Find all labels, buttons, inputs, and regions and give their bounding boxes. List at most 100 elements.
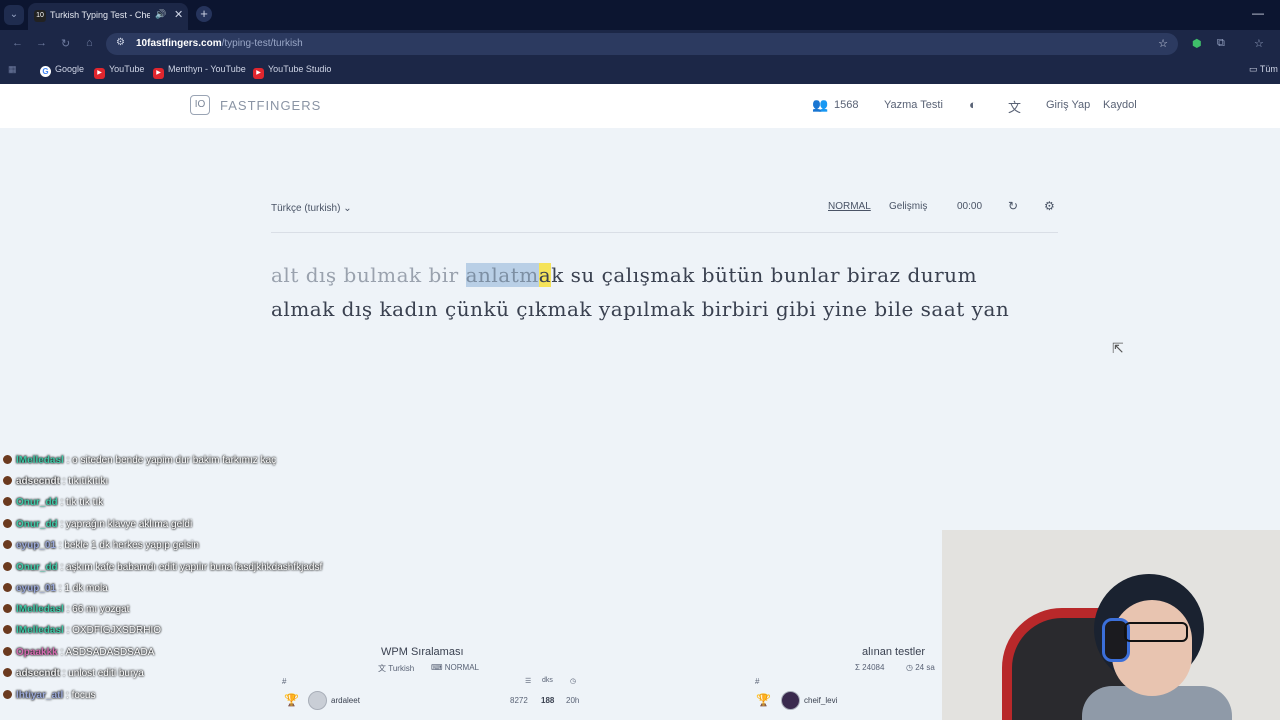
users-icon: 👥 xyxy=(812,97,829,112)
logo-text[interactable]: FASTFINGERS xyxy=(220,98,321,113)
logo-icon[interactable]: IO xyxy=(190,95,210,115)
bookmark-menthyn[interactable]: ▶ Menthyn - YouTube xyxy=(153,64,246,79)
translate-icon: 文 xyxy=(378,664,389,673)
chat-nick: Opaakkk xyxy=(16,646,58,658)
chat-text: : o siteden bende yapim dur bakim farkım… xyxy=(63,455,277,466)
chat-message: Onur_dd : tık tık tık xyxy=(3,492,323,513)
chat-badge-icon xyxy=(3,646,12,656)
wpm-col-rank: # xyxy=(282,677,287,686)
wpm-language: 文 Turkish xyxy=(378,664,415,673)
chat-message: Onur_dd : aşkım kafe babamdı editi yapıl… xyxy=(3,559,323,576)
keyboard-icon: ⌨ xyxy=(431,663,445,672)
translate-icon[interactable]: 文 xyxy=(1008,97,1021,116)
word-display[interactable]: alt dış bulmak bir anlatmak su çalışmak … xyxy=(271,258,1071,326)
clock-icon: ◷ xyxy=(906,663,916,672)
current-word-typed: anlatm xyxy=(465,263,539,287)
mode-normal-tab[interactable]: NORMAL xyxy=(828,201,871,212)
speaker-icon[interactable]: 🔊 xyxy=(155,9,166,20)
tests-leaderboard-title: alınan testler xyxy=(862,646,925,658)
clock-icon: ◷ xyxy=(570,678,577,685)
wpm-col-dks: dks xyxy=(542,677,553,684)
divider xyxy=(271,232,1058,233)
glasses xyxy=(1124,622,1188,642)
profile-icon[interactable]: ☆ xyxy=(1254,37,1264,50)
chat-nick: eyup_01 xyxy=(16,582,57,594)
chat-nick: Onur_dd xyxy=(16,561,58,573)
browser-tab-bar: ⌄ 10 Turkish Typing Test - Check 🔊 ✕ + — xyxy=(0,0,1280,30)
timer: 00:00 xyxy=(957,201,983,212)
upcoming-words: su çalışmak bütün bunlar biraz durum xyxy=(563,263,978,287)
chat-text: : aşkım kafe babamdı editi yapılır buna … xyxy=(57,561,323,573)
chat-text: : 66 mı yozgat xyxy=(63,604,130,616)
stream-chat-overlay: lMelledasl : o siteden bende yapim dur b… xyxy=(3,450,323,706)
address-bar[interactable]: ⚙ 10fastfingers.com/typing-test/turkish … xyxy=(106,33,1178,55)
caret-letter: a xyxy=(538,263,552,287)
chat-badge-icon xyxy=(3,582,12,592)
avatar[interactable] xyxy=(308,691,327,710)
chat-nick: Onur_dd xyxy=(16,518,58,530)
chat-message: Opaakkk : ASDSADASDSADA xyxy=(3,642,323,663)
browser-tab[interactable]: 10 Turkish Typing Test - Check 🔊 ✕ xyxy=(28,3,188,30)
browser-toolbar: ← → ↻ ⌂ ⚙ 10fastfingers.com/typing-test/… xyxy=(0,30,1280,58)
chat-text: : OXDFIGJXSDRHIO xyxy=(63,625,162,637)
back-icon[interactable]: ← xyxy=(12,37,23,49)
extensions-icon[interactable]: ⧉ xyxy=(1217,37,1225,50)
apps-icon[interactable]: ▦ xyxy=(8,64,17,75)
bookmark-google[interactable]: G Google xyxy=(40,64,84,77)
wpm-row-time: 20h xyxy=(566,696,580,705)
mode-advanced-tab[interactable]: Gelişmiş xyxy=(889,201,927,212)
chat-message: adsecndt : tıkıtıkıtıkı xyxy=(3,471,323,492)
chat-nick: lMelledasl xyxy=(16,625,64,637)
settings-gear-icon[interactable]: ⚙ xyxy=(1044,199,1055,213)
nav-signup[interactable]: Kaydol xyxy=(1103,99,1137,111)
tab-list-button[interactable]: ⌄ xyxy=(4,5,24,25)
chat-badge-icon xyxy=(3,668,12,678)
site-info-icon[interactable]: ⚙ xyxy=(116,37,125,48)
chat-nick: adsecndt xyxy=(16,476,60,487)
bookmarks-bar: ▦ G Google ▶ YouTube ▶ Menthyn - YouTube ▶ Y… xyxy=(0,58,1280,84)
language-select[interactable]: Türkçe (turkish) ⌄ xyxy=(271,203,352,214)
home-icon[interactable]: ⌂ xyxy=(86,37,93,49)
word-line-1: alt dış bulmak bir anlatmak su çalışmak … xyxy=(271,258,1071,292)
trophy-icon: 🏆 xyxy=(284,693,299,707)
chat-message: eyup_01 : bekle 1 dk herkes yapıp gelsin xyxy=(3,535,323,556)
chat-nick: adsecndt xyxy=(16,668,60,680)
chat-nick: lMelledasl xyxy=(16,604,64,616)
google-icon: G xyxy=(40,66,51,77)
bookmark-youtube-studio[interactable]: ▶ YouTube Studio xyxy=(253,64,331,79)
restart-icon[interactable]: ↻ xyxy=(1008,199,1018,213)
minimize-window-button[interactable]: — xyxy=(1252,6,1264,20)
palette-icon[interactable]: ◐ xyxy=(969,97,977,112)
forward-icon[interactable]: → xyxy=(36,37,47,49)
tests-row-name[interactable]: cheif_levi xyxy=(804,696,837,705)
tests-col-rank: # xyxy=(755,677,760,686)
chat-text: : 1 dk mola xyxy=(56,582,108,594)
youtube-icon: ▶ xyxy=(94,68,105,79)
reload-icon[interactable]: ↻ xyxy=(61,37,70,50)
nav-login[interactable]: Giriş Yap xyxy=(1046,99,1090,111)
chat-nick: Onur_dd xyxy=(16,497,58,509)
wpm-row-name[interactable]: ardaleet xyxy=(331,696,360,705)
chat-message: Onur_dd : yaprağın klavye aklıma geldi xyxy=(3,514,323,535)
bookmark-all[interactable]: ▭ Tüm xyxy=(1249,64,1278,75)
sort-icon[interactable]: ☰ xyxy=(525,677,531,685)
bookmark-star-icon[interactable]: ☆ xyxy=(1158,37,1168,50)
youtube-icon: ▶ xyxy=(153,68,164,79)
chat-text: : unlost editi burya xyxy=(59,668,144,680)
chat-badge-icon xyxy=(3,497,12,507)
chat-message: lMelledasl : 66 mı yozgat xyxy=(3,599,323,620)
chat-badge-icon xyxy=(3,518,12,528)
chat-badge-icon xyxy=(3,540,12,550)
typed-words: alt dış bulmak bir xyxy=(271,263,466,287)
close-tab-icon[interactable]: ✕ xyxy=(174,8,183,21)
bookmark-youtube[interactable]: ▶ YouTube xyxy=(94,64,144,79)
new-tab-button[interactable]: + xyxy=(196,6,212,22)
url-text[interactable]: 10fastfingers.com/typing-test/turkish xyxy=(136,38,303,49)
tab-title: Turkish Typing Test - Check xyxy=(50,10,150,20)
online-count: 1568 xyxy=(834,99,859,111)
chat-text: : yaprağın klavye aklıma geldi xyxy=(57,518,193,530)
webcam-overlay xyxy=(942,530,1280,720)
extension-shield-icon[interactable]: ⬢ xyxy=(1192,37,1202,50)
avatar[interactable] xyxy=(781,691,800,710)
nav-typing-test[interactable]: Yazma Testi xyxy=(884,99,943,111)
